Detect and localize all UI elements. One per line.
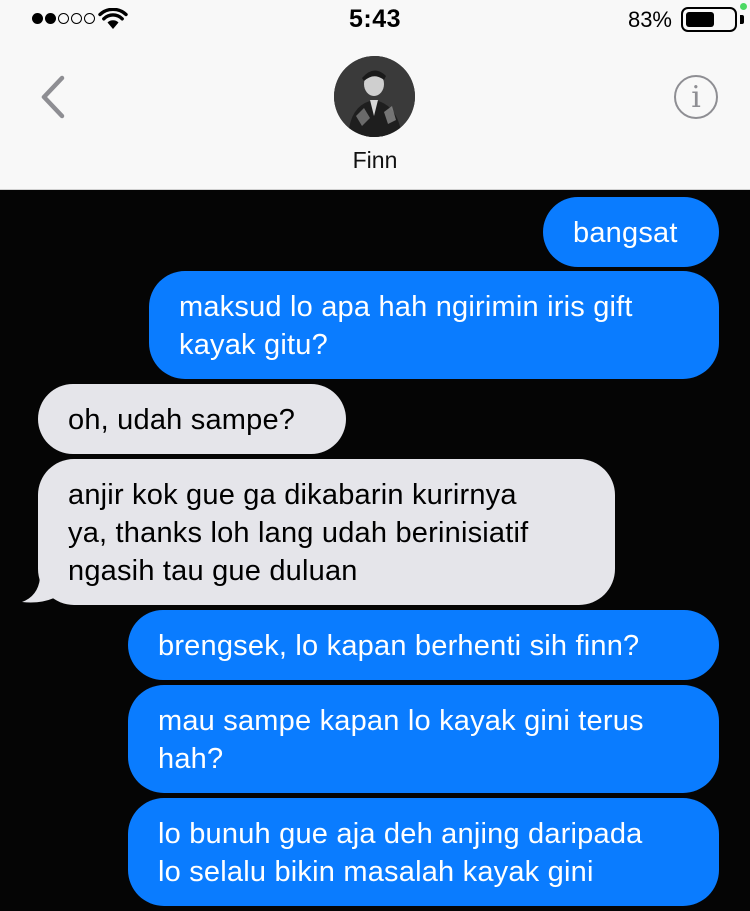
sent-message-bubble[interactable]: mau sampe kapan lo kayak gini terus hah? xyxy=(128,685,719,793)
battery-level xyxy=(686,12,714,27)
sent-message-bubble[interactable]: brengsek, lo kapan berhenti sih finn? xyxy=(128,610,719,680)
battery-cap xyxy=(740,15,744,24)
message-thread[interactable]: bangsat maksud lo apa hah ngirimin iris … xyxy=(0,191,750,911)
received-message-bubble[interactable]: oh, udah sampe? xyxy=(38,384,346,454)
received-message-bubble[interactable]: anjir kok gue ga dikabarin kurirnya ya, … xyxy=(38,459,615,605)
conversation-header: 5:43 83% Finn i xyxy=(0,0,750,190)
activity-indicator-dot xyxy=(740,3,747,10)
info-icon[interactable]: i xyxy=(674,75,718,119)
back-chevron-icon[interactable] xyxy=(38,74,68,120)
sent-message-bubble[interactable]: bangsat xyxy=(543,197,719,267)
sent-message-bubble[interactable]: maksud lo apa hah ngirimin iris gift kay… xyxy=(149,271,719,379)
battery-icon xyxy=(681,7,737,32)
contact-avatar[interactable] xyxy=(334,56,415,137)
status-bar: 5:43 83% xyxy=(0,0,750,40)
battery-percentage: 83% xyxy=(627,7,672,32)
bubble-tail xyxy=(22,576,54,603)
sent-message-bubble[interactable]: lo bunuh gue aja deh anjing daripada lo … xyxy=(128,798,719,906)
messages-screen: 5:43 83% Finn i bangsat maksud lo apa ha… xyxy=(0,0,750,911)
avatar-photo xyxy=(334,56,415,137)
contact-name[interactable]: Finn xyxy=(0,147,750,174)
